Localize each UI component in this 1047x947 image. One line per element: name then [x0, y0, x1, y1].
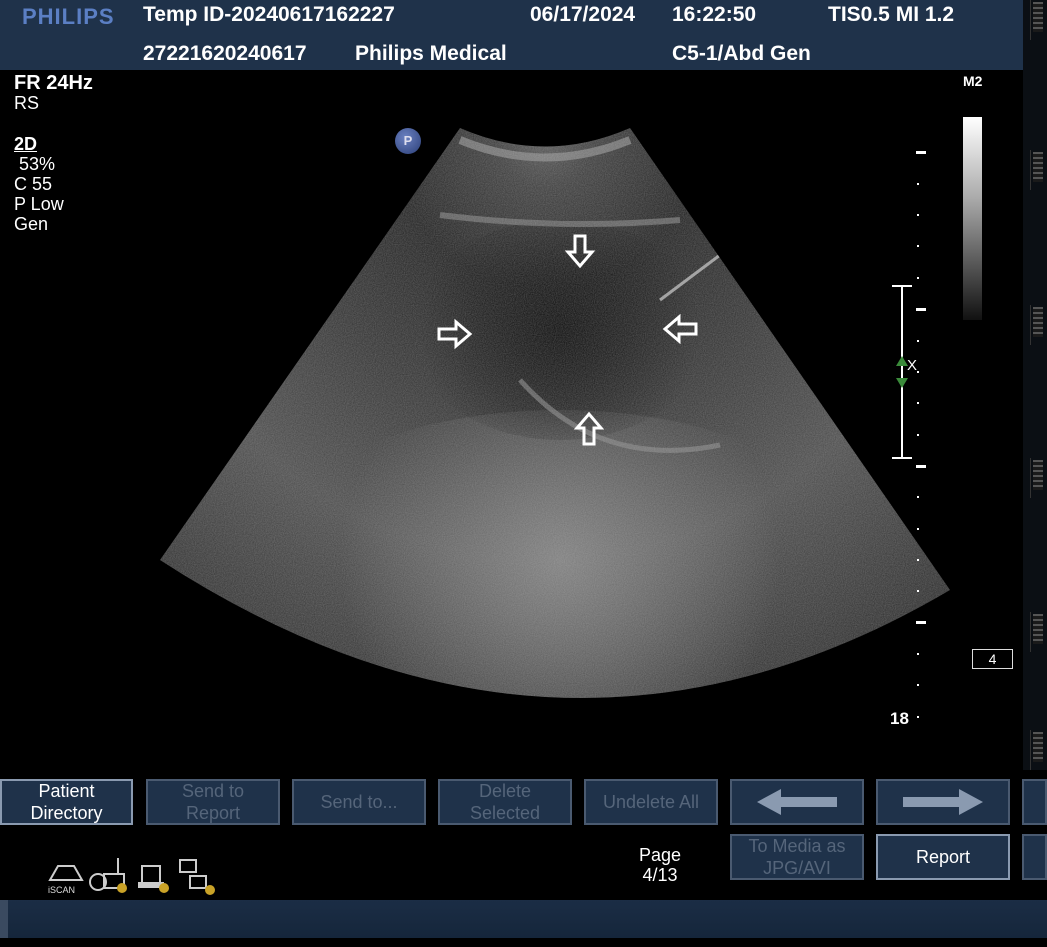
previous-page-button[interactable]: [730, 779, 864, 825]
send-to-button[interactable]: Send to...: [292, 779, 426, 825]
page-box: 4: [972, 649, 1013, 669]
network-icon: [179, 859, 215, 895]
report-button[interactable]: Report: [876, 834, 1010, 880]
arrow-right-icon: [903, 789, 983, 815]
grayscale-bar: [963, 117, 982, 320]
patient-directory-button[interactable]: Patient Directory: [0, 779, 133, 825]
next-page-button[interactable]: [876, 779, 1010, 825]
undelete-all-button[interactable]: Undelete All: [584, 779, 718, 825]
depth-label: 18: [890, 709, 909, 728]
tape-icon: [89, 858, 127, 893]
printer-icon: [138, 865, 169, 893]
to-media-button[interactable]: To Media as JPG/AVI: [730, 834, 864, 880]
p-badge-icon: P: [395, 128, 421, 154]
page-indicator: Page 4/13: [620, 845, 700, 885]
page-value: 4/13: [642, 865, 678, 885]
iscan-icon: [48, 865, 84, 881]
page-label: Page: [638, 845, 682, 865]
arrow-left-icon: [757, 789, 837, 815]
send-to-report-button[interactable]: Send to Report: [146, 779, 280, 825]
partial-button[interactable]: [1022, 834, 1047, 880]
iscan-label: iSCAN: [48, 885, 76, 895]
delete-selected-button[interactable]: Delete Selected: [438, 779, 572, 825]
map-label: M2: [963, 73, 983, 89]
focus-marker-label: X: [907, 357, 918, 374]
partial-button[interactable]: [1022, 779, 1047, 825]
status-bar: [0, 900, 1047, 938]
